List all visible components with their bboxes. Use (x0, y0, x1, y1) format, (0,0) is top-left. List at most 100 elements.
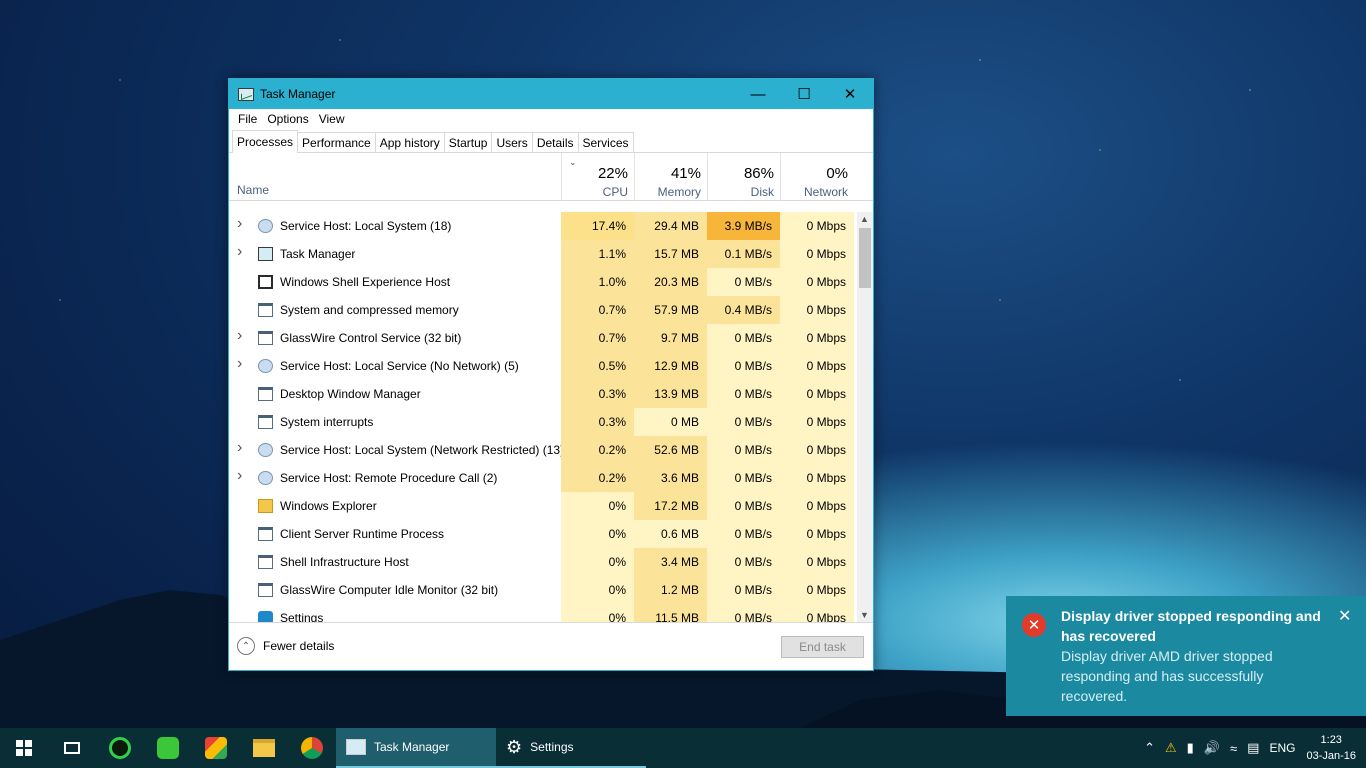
menu-view[interactable]: View (314, 112, 350, 126)
window-icon (258, 303, 273, 317)
table-row[interactable]: › Service Host: Local System (18) 17.4% 29.… (229, 212, 857, 240)
table-row[interactable]: Desktop Window Manager 0.3% 13.9 MB 0 MB/s 0… (229, 380, 857, 408)
process-disk-cell: 0 MB/s (707, 436, 780, 464)
glasswire-icon (109, 737, 131, 759)
action-center-icon[interactable]: ▤ (1247, 740, 1259, 756)
process-name: System and compressed memory (280, 303, 459, 317)
language-indicator[interactable]: ENG (1269, 741, 1295, 755)
column-header-network[interactable]: 0% Network (780, 153, 854, 201)
process-net-cell: 0 Mbps (780, 380, 854, 408)
tab-services[interactable]: Services (577, 132, 634, 152)
vertical-scrollbar[interactable]: ▲ ▼ (857, 212, 873, 622)
taskbar-chrome[interactable] (288, 728, 336, 768)
chevron-right-icon[interactable]: › (237, 243, 242, 261)
taskbar-task-manager[interactable]: Task Manager (336, 728, 496, 768)
volume-icon[interactable]: 🔊 (1204, 740, 1220, 756)
task-view-button[interactable] (48, 728, 96, 768)
clock[interactable]: 1:23 03-Jan-16 (1306, 732, 1356, 764)
column-header-disk[interactable]: 86% Disk (707, 153, 780, 201)
process-mem-cell: 0.6 MB (634, 520, 707, 548)
table-row[interactable]: System and compressed memory 0.7% 57.9 MB 0… (229, 296, 857, 324)
table-row[interactable]: › Service Host: Local System (Network Res… (229, 436, 857, 464)
title-bar[interactable]: Task Manager — ☐ ✕ (229, 79, 873, 109)
window-footer: ⌃ Fewer details End task (229, 622, 873, 670)
scrollbar-thumb[interactable] (859, 228, 871, 288)
table-row[interactable]: GlassWire Computer Idle Monitor (32 bit)… (229, 576, 857, 604)
network-total: 0% (826, 165, 848, 182)
line-app-icon (157, 737, 179, 759)
taskbar-maps[interactable] (192, 728, 240, 768)
warning-icon[interactable]: ⚠ (1165, 740, 1177, 756)
process-cpu-cell: 17.4% (561, 212, 634, 240)
close-button[interactable]: ✕ (827, 79, 873, 109)
table-row[interactable]: › Task Manager 1.1% 15.7 MB 0.1 MB/s 0 Mbps (229, 240, 857, 268)
table-row[interactable]: Settings 0% 11.5 MB 0 MB/s 0 Mbps (229, 604, 857, 622)
chevron-right-icon[interactable]: › (237, 355, 242, 373)
process-disk-cell: 0 MB/s (707, 324, 780, 352)
chevron-right-icon[interactable]: › (237, 327, 242, 345)
process-net-cell: 0 Mbps (780, 604, 854, 622)
table-row[interactable]: › Service Host: Local Service (No Network… (229, 352, 857, 380)
scroll-down-icon[interactable]: ▼ (860, 610, 869, 620)
tab-performance[interactable]: Performance (297, 132, 376, 152)
taskbar-settings[interactable]: ⚙ Settings (496, 728, 646, 768)
gear-icon: ⚙ (506, 736, 523, 757)
table-row[interactable]: System interrupts 0.3% 0 MB 0 MB/s 0 Mbps (229, 408, 857, 436)
process-net-cell: 0 Mbps (780, 324, 854, 352)
process-mem-cell: 17.2 MB (634, 492, 707, 520)
error-icon: ✕ (1022, 613, 1046, 637)
table-row[interactable]: Windows Explorer 0% 17.2 MB 0 MB/s 0 Mbps (229, 492, 857, 520)
settings-icon (258, 611, 273, 622)
tab-app-history[interactable]: App history (374, 132, 445, 152)
process-mem-cell: 13.9 MB (634, 380, 707, 408)
task-view-icon (64, 742, 80, 754)
process-name: Windows Explorer (280, 499, 377, 513)
clock-time: 1:23 (1320, 734, 1342, 746)
chevron-right-icon[interactable]: › (237, 439, 242, 457)
process-net-cell: 0 Mbps (780, 576, 854, 604)
column-header-name[interactable]: Name (237, 183, 269, 197)
task-manager-window[interactable]: Task Manager — ☐ ✕ File Options View Pro… (228, 78, 874, 671)
process-cpu-cell: 0% (561, 492, 634, 520)
table-row[interactable]: Shell Infrastructure Host 0% 3.4 MB 0 MB/s 0… (229, 548, 857, 576)
scroll-up-icon[interactable]: ▲ (860, 214, 869, 224)
process-name: Service Host: Local System (Network Rest… (280, 443, 565, 457)
taskbar-file-explorer[interactable] (240, 728, 288, 768)
process-net-cell: 0 Mbps (780, 352, 854, 380)
toast-close-button[interactable]: ✕ (1338, 606, 1351, 626)
table-row[interactable]: Client Server Runtime Process 0% 0.6 MB 0 M… (229, 520, 857, 548)
column-header-cpu[interactable]: 22% CPU (561, 153, 634, 201)
process-name: Task Manager (280, 247, 356, 261)
process-disk-cell: 0 MB/s (707, 548, 780, 576)
tab-details[interactable]: Details (531, 132, 579, 152)
process-disk-cell: 0 MB/s (707, 520, 780, 548)
table-row[interactable]: › Service Host: Remote Procedure Call (2)… (229, 464, 857, 492)
chevron-right-icon[interactable]: › (237, 215, 242, 233)
chevron-up-icon[interactable]: ⌃ (1144, 740, 1155, 756)
menu-options[interactable]: Options (262, 112, 313, 126)
fewer-details-button[interactable]: ⌃ Fewer details (237, 637, 334, 655)
column-header-memory[interactable]: 41% Memory (634, 153, 707, 201)
tab-startup[interactable]: Startup (443, 132, 493, 152)
start-button[interactable] (0, 728, 48, 768)
table-row[interactable]: Windows Shell Experience Host 1.0% 20.3 MB… (229, 268, 857, 296)
taskbar-glasswire[interactable] (96, 728, 144, 768)
process-cpu-cell: 0.3% (561, 380, 634, 408)
menu-file[interactable]: File (233, 112, 262, 126)
chevron-right-icon[interactable]: › (237, 467, 242, 485)
taskbar-line[interactable] (144, 728, 192, 768)
wifi-icon[interactable]: ≈ (1230, 741, 1237, 756)
minimize-button[interactable]: — (735, 79, 781, 109)
table-row[interactable]: › GlassWire Control Service (32 bit) 0.7% 9… (229, 324, 857, 352)
maximize-button[interactable]: ☐ (781, 79, 827, 109)
tab-users[interactable]: Users (491, 132, 533, 152)
process-mem-cell: 57.9 MB (634, 296, 707, 324)
end-task-button[interactable]: End task (781, 636, 864, 658)
notification-toast[interactable]: ✕ Display driver stopped responding and … (1006, 596, 1366, 716)
battery-icon[interactable]: ▮ (1187, 740, 1194, 756)
process-cpu-cell: 0.2% (561, 436, 634, 464)
process-cpu-cell: 0.5% (561, 352, 634, 380)
gear-icon (258, 359, 273, 373)
process-net-cell: 0 Mbps (780, 520, 854, 548)
tab-processes[interactable]: Processes (232, 130, 299, 153)
